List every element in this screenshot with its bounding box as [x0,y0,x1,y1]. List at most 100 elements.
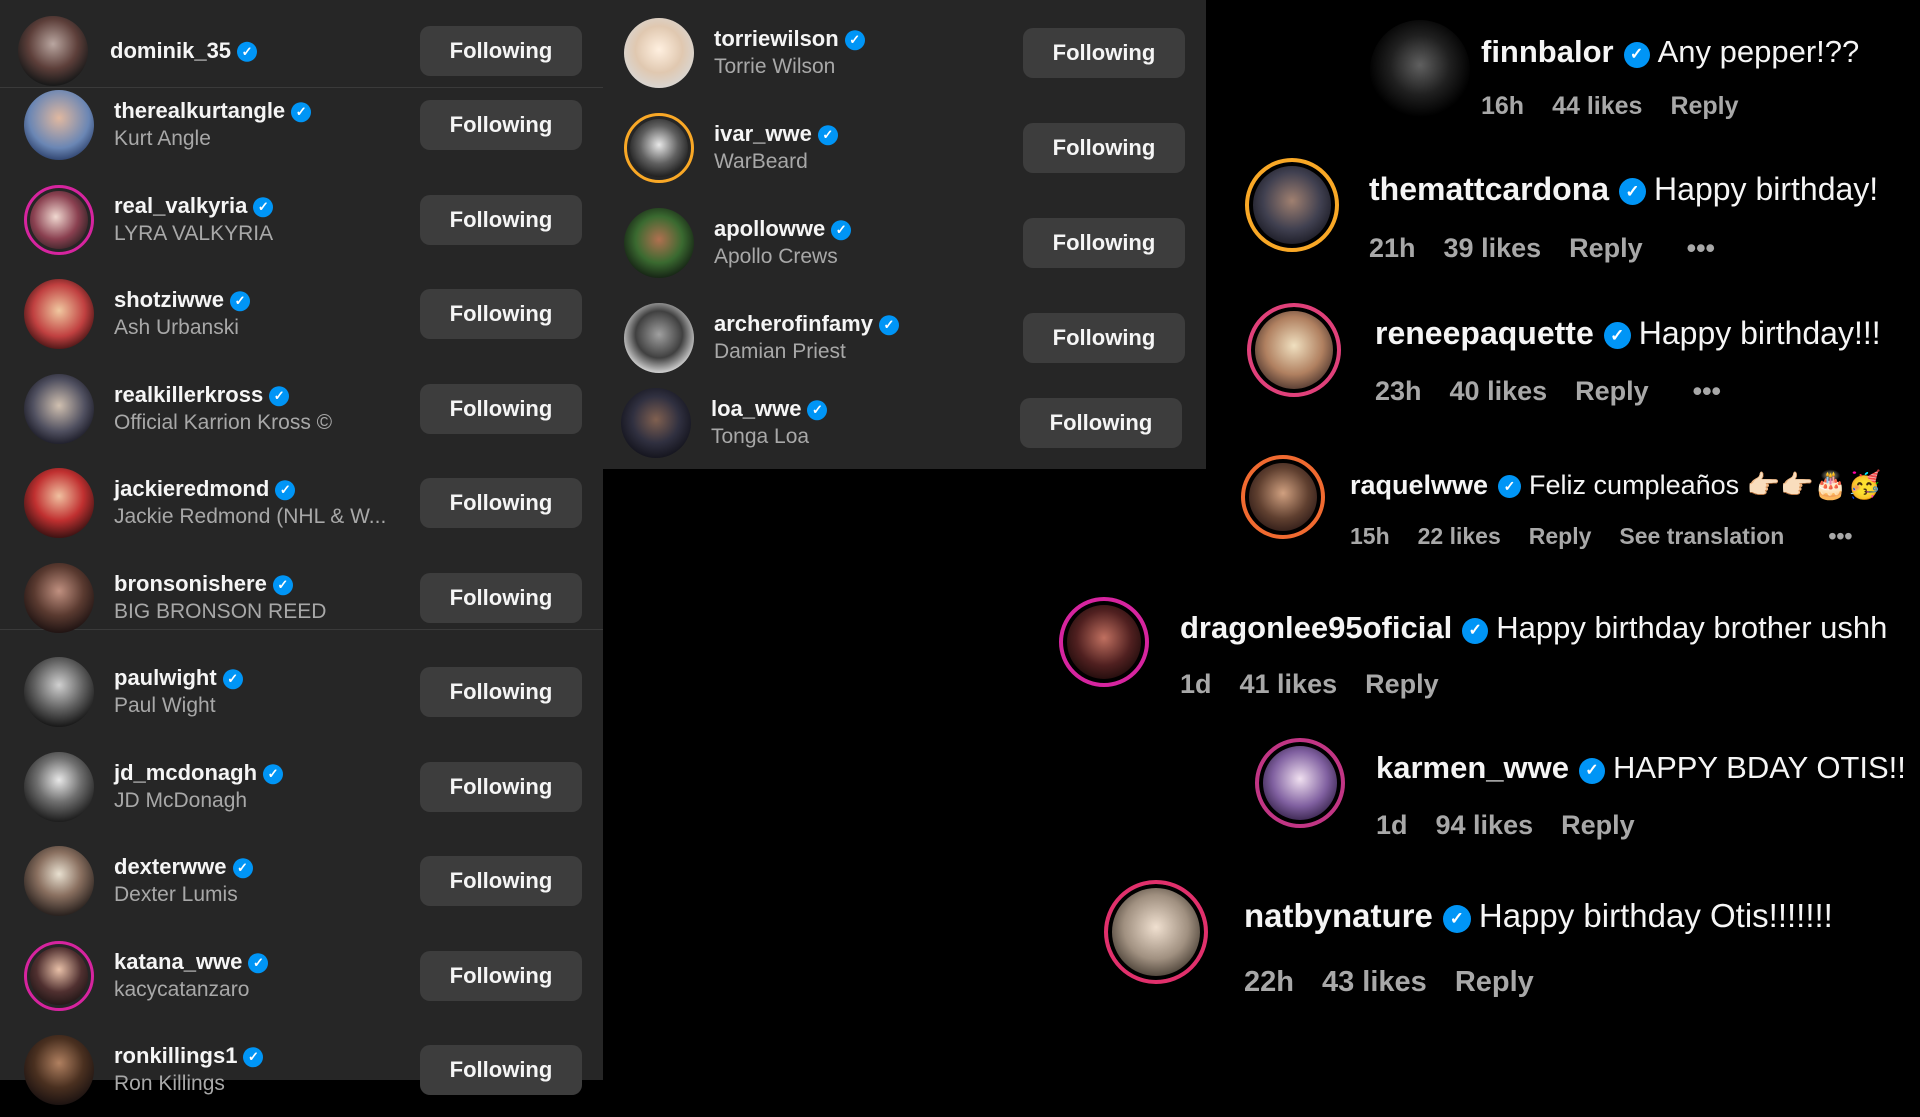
following-row[interactable]: apollowwe ✓ Apollo Crews Following [603,196,1206,290]
following-button[interactable]: Following [420,856,582,906]
following-row[interactable]: ronkillings1 ✓ Ron Killings Following [0,1023,603,1117]
following-row[interactable]: real_valkyria ✓ LYRA VALKYRIA Following [0,173,603,267]
following-button[interactable]: Following [1023,313,1185,363]
avatar[interactable] [621,388,691,458]
username-line[interactable]: dexterwwe ✓ [114,854,253,880]
following-button[interactable]: Following [1020,398,1182,448]
following-row[interactable]: torriewilson ✓ Torrie Wilson Following [603,6,1206,100]
following-button[interactable]: Following [420,950,582,1001]
following-button[interactable]: Following [420,478,582,528]
more-options-icon[interactable]: ••• [1828,523,1852,549]
comment-likes[interactable]: 94 likes [1436,810,1534,840]
comment-likes[interactable]: 44 likes [1552,92,1642,120]
reply-button[interactable]: Reply [1529,523,1592,549]
comment-likes[interactable]: 22 likes [1418,523,1501,549]
comment-username[interactable]: dragonlee95oficial [1180,610,1452,645]
following-button[interactable]: Following [1023,28,1185,78]
comment-avatar[interactable] [1241,455,1325,539]
avatar[interactable] [24,90,94,160]
following-button[interactable]: Following [1023,218,1185,268]
username-line[interactable]: dominik_35 ✓ [110,38,258,64]
avatar[interactable] [18,16,88,86]
avatar[interactable] [24,562,94,633]
following-row[interactable]: therealkurtangle ✓ Kurt Angle Following [0,78,603,172]
reply-button[interactable]: Reply [1561,810,1635,840]
comment-username[interactable]: finnbalor [1481,34,1614,69]
comment-avatar[interactable] [1255,738,1345,828]
more-options-icon[interactable]: ••• [1687,233,1715,263]
username[interactable]: torriewilson [714,26,839,51]
reply-button[interactable]: Reply [1365,669,1439,699]
following-row[interactable]: paulwight ✓ Paul Wight Following [0,645,603,739]
comment-username[interactable]: themattcardona [1369,171,1609,207]
username-line[interactable]: realkillerkross ✓ [114,382,332,408]
following-button[interactable]: Following [420,572,582,623]
username[interactable]: paulwight [114,665,217,690]
username-line[interactable]: archerofinfamy ✓ [714,311,899,337]
username[interactable]: ronkillings1 [114,1043,237,1068]
username[interactable]: realkillerkross [114,382,263,407]
see-translation-button[interactable]: See translation [1619,523,1784,549]
avatar[interactable] [24,373,94,444]
username-line[interactable]: shotziwwe ✓ [114,287,251,313]
username-line[interactable]: bronsonishere ✓ [114,571,326,597]
following-button[interactable]: Following [420,26,582,76]
username-line[interactable]: loa_wwe ✓ [711,396,828,422]
username[interactable]: loa_wwe [711,396,801,421]
comment-likes[interactable]: 40 likes [1450,376,1548,406]
comment-avatar[interactable] [1370,20,1470,120]
avatar[interactable] [624,113,694,183]
following-row[interactable]: ivar_wwe ✓ WarBeard Following [603,101,1206,195]
username-line[interactable]: ronkillings1 ✓ [114,1043,264,1069]
avatar[interactable] [624,303,694,373]
avatar[interactable] [624,18,694,88]
username-line[interactable]: therealkurtangle ✓ [114,98,312,124]
username[interactable]: therealkurtangle [114,98,285,123]
comment-likes[interactable]: 41 likes [1240,669,1338,699]
username-line[interactable]: torriewilson ✓ [714,26,865,52]
following-row[interactable]: archerofinfamy ✓ Damian Priest Following [603,291,1206,385]
avatar[interactable] [24,751,94,822]
following-button[interactable]: Following [420,667,582,717]
more-options-icon[interactable]: ••• [1693,376,1721,406]
comment-avatar[interactable] [1245,158,1339,252]
avatar[interactable] [24,657,94,727]
username-line[interactable]: paulwight ✓ [114,665,243,691]
comment-likes[interactable]: 39 likes [1444,233,1542,263]
following-row[interactable]: katana_wwe ✓ kacycatanzaro Following [0,929,603,1023]
username[interactable]: jackieredmond [114,476,269,501]
reply-button[interactable]: Reply [1575,376,1649,406]
following-row[interactable]: realkillerkross ✓ Official Karrion Kross ©… [0,362,603,456]
avatar[interactable] [24,184,94,255]
username[interactable]: apollowwe [714,216,825,241]
username-line[interactable]: katana_wwe ✓ [114,949,269,975]
following-button[interactable]: Following [420,1045,582,1095]
avatar[interactable] [24,940,94,1011]
username[interactable]: real_valkyria [114,193,247,218]
avatar[interactable] [24,1035,94,1105]
following-button[interactable]: Following [420,194,582,245]
following-row[interactable]: shotziwwe ✓ Ash Urbanski Following [0,267,603,361]
username[interactable]: jd_mcdonagh [114,760,257,785]
following-button[interactable]: Following [1023,123,1185,173]
username[interactable]: dexterwwe [114,854,227,879]
following-button[interactable]: Following [420,383,582,434]
comment-username[interactable]: natbynature [1244,897,1433,934]
comment-likes[interactable]: 43 likes [1322,966,1427,998]
username[interactable]: katana_wwe [114,949,242,974]
following-row[interactable]: bronsonishere ✓ BIG BRONSON REED Following [0,551,603,645]
following-button[interactable]: Following [420,761,582,812]
avatar[interactable] [24,846,94,916]
username[interactable]: dominik_35 [110,38,231,63]
username[interactable]: bronsonishere [114,571,267,596]
following-row[interactable]: loa_wwe ✓ Tonga Loa Following [603,376,1206,470]
comment-avatar[interactable] [1059,597,1149,687]
following-row[interactable]: jackieredmond ✓ Jackie Redmond (NHL & W...… [0,456,603,550]
following-row[interactable]: dexterwwe ✓ Dexter Lumis Following [0,834,603,928]
following-button[interactable]: Following [420,289,582,339]
username-line[interactable]: jd_mcdonagh ✓ [114,760,284,786]
avatar[interactable] [624,208,694,278]
comment-username[interactable]: karmen_wwe [1376,750,1569,785]
username-line[interactable]: jackieredmond ✓ [114,476,386,502]
username-line[interactable]: apollowwe ✓ [714,216,852,242]
